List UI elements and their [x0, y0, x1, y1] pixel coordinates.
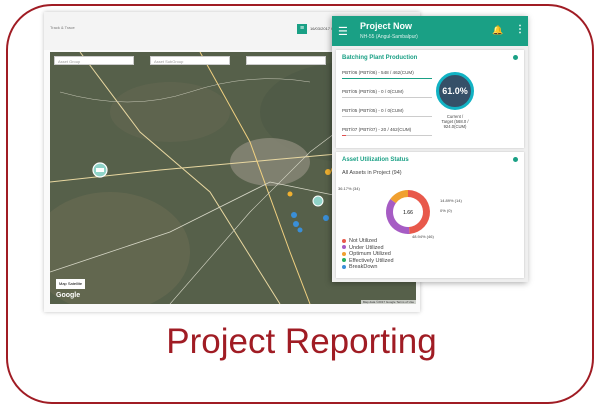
- legend-item[interactable]: Effectively Utilized: [342, 258, 394, 265]
- panel-header: ☰ Project Now NH-55 (Angul-Sambalpur) 🔔 …: [332, 16, 528, 46]
- google-logo: Google: [56, 292, 81, 299]
- legend-item[interactable]: BreakDown: [342, 264, 394, 271]
- batching-progress-fill: [342, 135, 346, 136]
- legend-dot-icon: [342, 258, 346, 263]
- utilization-title: Asset Utilization Status: [342, 157, 409, 163]
- pie-label-effective: 0% (0): [440, 208, 452, 213]
- asset-subgroup-filter[interactable]: Asset SubGroup: [150, 56, 230, 65]
- utilization-legend: Not Utilized Under Utilized Optimum Utiliz…: [342, 238, 394, 271]
- legend-item[interactable]: Not Utilized: [342, 238, 394, 245]
- legend-item[interactable]: Under Utilized: [342, 245, 394, 252]
- batching-progress-bar: [342, 116, 432, 117]
- legend-label: Optimum Utilized: [349, 251, 391, 258]
- breadcrumb: Track & Trace: [50, 25, 75, 30]
- pie-label-not: 48.94% (46): [412, 234, 434, 239]
- map-attribution[interactable]: Map data ©2017 Google Terms of Use: [360, 300, 416, 304]
- legend-dot-icon: [342, 238, 346, 243]
- gauge-caption: Current / Target (568.0 / 924.0(CUM): [441, 114, 469, 129]
- legend-item[interactable]: Optimum Utilized: [342, 251, 394, 258]
- legend-label: Effectively Utilized: [349, 257, 394, 264]
- production-gauge: 61.0%: [436, 72, 474, 110]
- legend-dot-icon: [342, 264, 346, 269]
- bell-icon[interactable]: 🔔: [492, 25, 503, 36]
- project-now-panel: ☰ Project Now NH-55 (Angul-Sambalpur) 🔔 …: [332, 16, 528, 282]
- batching-progress-bar: [342, 135, 432, 136]
- all-assets-label: All Assets in Project (94): [342, 170, 402, 176]
- panel-title: Project Now: [360, 21, 413, 31]
- status-dot: [513, 157, 518, 162]
- batching-row-label: PBT/05 (PBT/05) - 0 / 0(CUM): [342, 108, 404, 113]
- utilization-donut[interactable]: 1.66: [380, 184, 436, 240]
- donut-center-value: 1.66: [403, 210, 413, 216]
- batching-plant-card: Batching Plant Production PBT/06 (PBT/06…: [336, 50, 524, 148]
- legend-dot-icon: [342, 245, 346, 250]
- legend-label: Under Utilized: [349, 244, 384, 251]
- asset-utilization-card: Asset Utilization Status All Assets in P…: [336, 152, 524, 278]
- pie-label-under: 36.17% (34): [338, 186, 360, 191]
- batching-title: Batching Plant Production: [342, 55, 418, 61]
- legend-label: BreakDown: [349, 264, 378, 271]
- batching-progress-fill: [342, 78, 432, 79]
- more-vertical-icon[interactable]: ⋮: [515, 24, 525, 35]
- asset-filter[interactable]: [246, 56, 326, 65]
- batching-progress-bar: [342, 78, 432, 79]
- batching-row-label: PBT/05 (PBT/05) - 0 / 0(CUM): [342, 89, 404, 94]
- batching-row-label: PBT/06 (PBT/06) - 548 / 462(CUM): [342, 70, 414, 75]
- menu-icon[interactable]: ☰: [338, 25, 348, 38]
- menu-button[interactable]: ≡: [297, 24, 307, 34]
- status-dot: [513, 55, 518, 60]
- asset-group-filter[interactable]: Asset Group: [54, 56, 134, 65]
- pie-label-optimum: 14.89% (14): [440, 198, 462, 203]
- map-type-toggle[interactable]: Map Satellite: [56, 279, 86, 289]
- batching-row-label: PBT/07 (PBT/07) - 20 / 462(CUM): [342, 127, 412, 132]
- legend-label: Not Utilized: [349, 238, 378, 244]
- panel-subtitle: NH-55 (Angul-Sambalpur): [360, 34, 418, 40]
- legend-dot-icon: [342, 251, 346, 256]
- pie-slice-under-utilized[interactable]: [386, 198, 410, 234]
- batching-progress-bar: [342, 97, 432, 98]
- slide-caption: Project Reporting: [166, 322, 437, 361]
